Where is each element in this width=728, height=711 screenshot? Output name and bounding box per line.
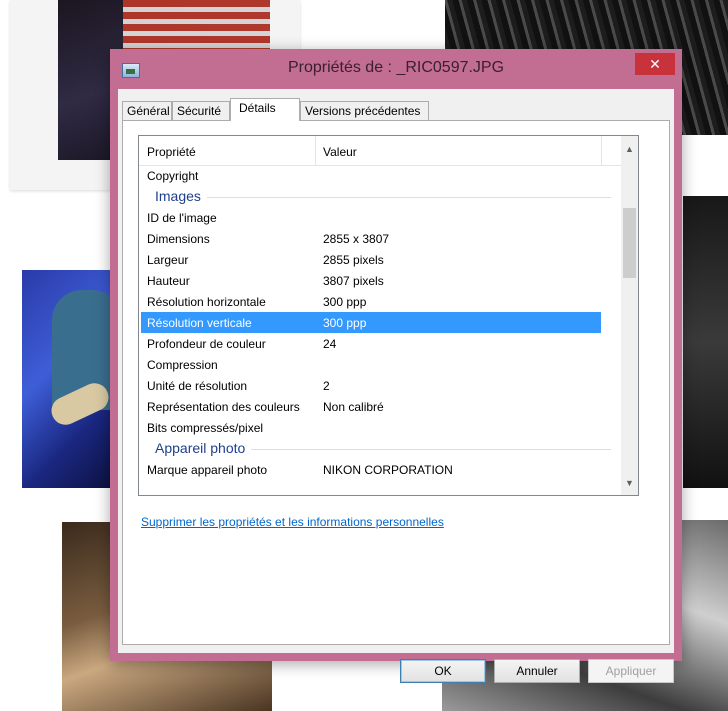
- group-title: Images: [155, 188, 207, 204]
- property-name: Représentation des couleurs: [147, 400, 300, 414]
- scroll-up-arrow-icon[interactable]: ▲: [621, 141, 638, 158]
- properties-list[interactable]: Propriété Valeur Copyright Images ID de …: [138, 135, 639, 496]
- property-row[interactable]: Représentation des couleurs Non calibré: [141, 396, 601, 417]
- property-name: Résolution verticale: [147, 316, 252, 330]
- property-row[interactable]: Dimensions 2855 x 3807: [141, 228, 601, 249]
- column-header-valeur[interactable]: Valeur: [323, 145, 357, 159]
- scroll-down-arrow-icon[interactable]: ▼: [621, 475, 638, 492]
- dialog-title: Propriétés de : _RIC0597.JPG: [287, 59, 505, 76]
- dialog-titlebar[interactable]: Propriétés de : _RIC0597.JPG ✕: [110, 49, 682, 89]
- property-row[interactable]: Profondeur de couleur 24: [141, 333, 601, 354]
- close-button[interactable]: ✕: [635, 53, 675, 75]
- property-name: Marque appareil photo: [147, 463, 268, 477]
- property-value: 24: [323, 337, 337, 351]
- property-row[interactable]: Unité de résolution 2: [141, 375, 601, 396]
- property-name: Bits compressés/pixel: [147, 421, 264, 435]
- group-header-images: Images: [141, 186, 611, 207]
- tab-versions-precedentes[interactable]: Versions précédentes: [300, 101, 429, 120]
- group-divider: [155, 197, 611, 198]
- property-row[interactable]: Largeur 2855 pixels: [141, 249, 601, 270]
- property-value: 2855 x 3807: [323, 232, 390, 246]
- property-value: 3807 pixels: [323, 274, 384, 288]
- property-row[interactable]: Résolution horizontale 300 ppp: [141, 291, 601, 312]
- property-name: Hauteur: [147, 274, 190, 288]
- property-name: ID de l'image: [147, 211, 217, 225]
- property-value: Non calibré: [323, 400, 384, 414]
- property-name: Largeur: [147, 253, 189, 267]
- scroll-thumb[interactable]: [623, 208, 636, 278]
- property-name: Résolution horizontale: [147, 295, 266, 309]
- property-name: Unité de résolution: [147, 379, 248, 393]
- property-value: 2855 pixels: [323, 253, 384, 267]
- tab-securite[interactable]: Sécurité: [172, 101, 230, 120]
- dialog-client-area: Général Sécurité Détails Versions précéd…: [118, 89, 674, 683]
- property-value: 300 ppp: [323, 316, 367, 330]
- property-row[interactable]: Copyright: [141, 165, 601, 186]
- column-divider[interactable]: [315, 136, 316, 165]
- properties-dialog: Propriétés de : _RIC0597.JPG ✕ Général S…: [110, 49, 682, 683]
- property-value: 300 ppp: [323, 295, 367, 309]
- cancel-button[interactable]: Annuler: [494, 659, 580, 683]
- ok-button[interactable]: OK: [400, 659, 486, 683]
- column-divider[interactable]: [601, 136, 602, 165]
- list-header: Propriété Valeur: [139, 136, 621, 166]
- property-value: 2: [323, 379, 330, 393]
- property-value: NIKON CORPORATION: [323, 463, 453, 477]
- vertical-scrollbar[interactable]: ▲ ▼: [621, 136, 638, 495]
- background-photo-dark: [683, 196, 728, 488]
- remove-properties-link[interactable]: Supprimer les propriétés et les informat…: [141, 515, 444, 529]
- property-row[interactable]: Bits compressés/pixel: [141, 417, 601, 438]
- property-row-selected[interactable]: Résolution verticale 300 ppp: [141, 312, 601, 333]
- group-title: Appareil photo: [155, 440, 252, 456]
- property-name: Dimensions: [147, 232, 210, 246]
- background-photo-guitarist: [22, 270, 122, 488]
- group-header-appareil-photo: Appareil photo: [141, 438, 611, 459]
- property-row[interactable]: Marque appareil photo NIKON CORPORATION: [141, 459, 601, 480]
- property-name: Copyright: [147, 169, 199, 183]
- tab-details[interactable]: Détails: [230, 98, 300, 121]
- property-row[interactable]: Hauteur 3807 pixels: [141, 270, 601, 291]
- property-row[interactable]: ID de l'image: [141, 207, 601, 228]
- tab-general[interactable]: Général: [122, 101, 172, 120]
- property-row[interactable]: Compression: [141, 354, 601, 375]
- property-name: Profondeur de couleur: [147, 337, 266, 351]
- apply-button[interactable]: Appliquer: [588, 659, 674, 683]
- column-header-propriete[interactable]: Propriété: [147, 145, 196, 159]
- property-name: Compression: [147, 358, 218, 372]
